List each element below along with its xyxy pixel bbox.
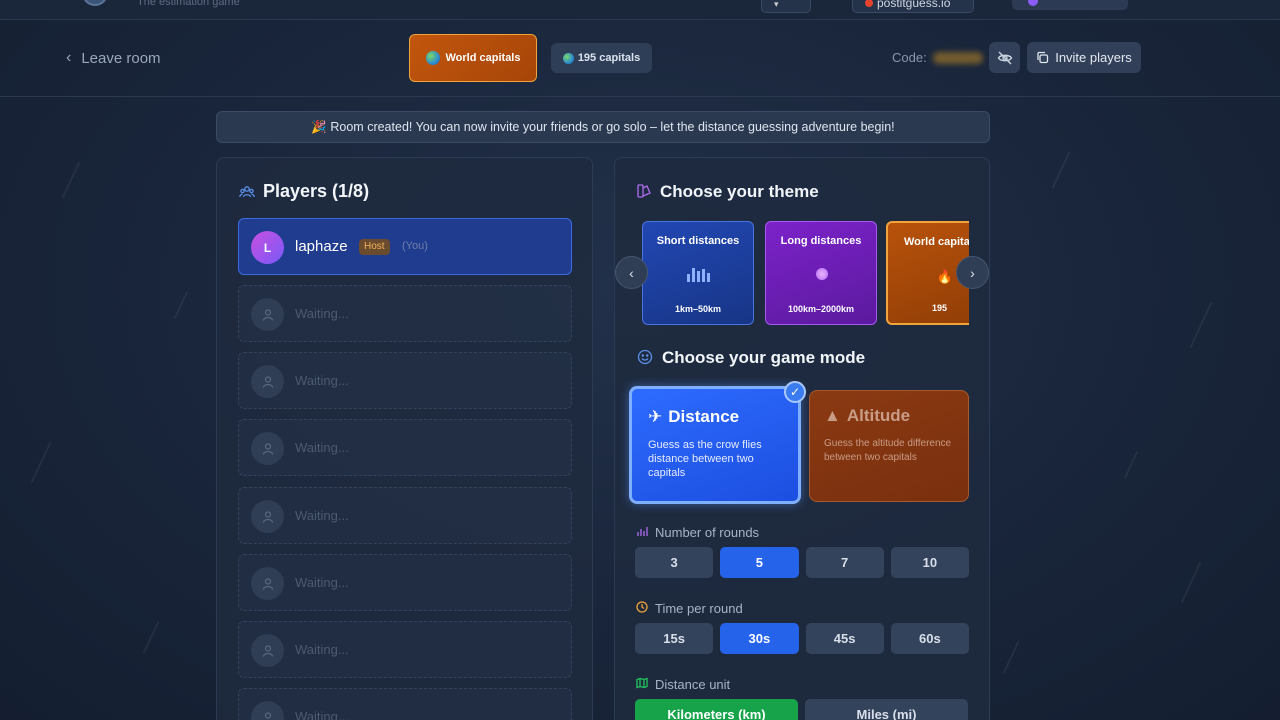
mountain-icon: ▲ <box>824 406 841 425</box>
waiting-slot: Waiting... <box>238 487 572 544</box>
waiting-slot: Waiting... <box>238 554 572 611</box>
waiting-slot: Waiting... <box>238 688 572 720</box>
players-panel: Players (1/8) L laphaze Host (You) Waiti… <box>216 157 593 720</box>
unit-option-mi[interactable]: Miles (mi) <box>805 699 968 720</box>
rounds-option-3[interactable]: 3 <box>635 547 714 578</box>
rounds-options: 3 5 7 10 <box>635 547 969 578</box>
player-name: laphaze <box>295 238 348 255</box>
chevron-right-icon: › <box>970 264 975 281</box>
mode-card-altitude[interactable]: ▲ Altitude Guess the altitude difference… <box>809 390 969 502</box>
palette-icon <box>637 183 651 201</box>
invite-players-button[interactable]: Invite players <box>1027 42 1141 73</box>
leave-room-button[interactable]: ‹ Leave room <box>66 49 161 67</box>
user-placeholder-icon <box>251 567 284 600</box>
carousel-next-button[interactable]: › <box>956 256 989 289</box>
waiting-slot: Waiting... <box>238 621 572 678</box>
chevron-left-icon: ‹ <box>629 264 634 281</box>
room-created-banner: 🎉 Room created! You can now invite your … <box>216 111 990 143</box>
logo-icon[interactable] <box>82 0 108 6</box>
user-placeholder-icon <box>251 634 284 667</box>
waiting-label: Waiting... <box>295 709 349 720</box>
waiting-slot: Waiting... <box>238 419 572 476</box>
user-placeholder-icon <box>251 500 284 533</box>
time-label: Time per round <box>636 601 743 616</box>
airplane-icon: ✈ <box>648 407 663 426</box>
time-options: 15s 30s 45s 60s <box>635 623 969 654</box>
room-code-label: Code: <box>892 50 927 65</box>
theme-card-short-distances[interactable]: Short distances 1km–50km <box>642 221 754 325</box>
toggle-code-visibility-button[interactable] <box>989 42 1020 73</box>
theme-carousel: Short distances 1km–50km Long distances … <box>641 220 969 328</box>
player-row-host: L laphaze Host (You) <box>238 218 572 275</box>
rounds-option-5[interactable]: 5 <box>720 547 799 578</box>
rounds-option-10[interactable]: 10 <box>890 547 969 578</box>
orb-icon <box>816 268 828 280</box>
user-placeholder-icon <box>251 432 284 465</box>
host-badge: Host <box>359 239 390 255</box>
waiting-label: Waiting... <box>295 306 349 321</box>
globe-icon <box>562 52 574 64</box>
tagline: The estimation game <box>137 0 240 8</box>
rounds-option-7[interactable]: 7 <box>805 547 884 578</box>
waiting-label: Waiting... <box>295 508 349 523</box>
users-icon <box>239 185 255 199</box>
time-option-45s[interactable]: 45s <box>805 623 884 654</box>
game-settings-panel: Choose your theme Short distances 1km–50… <box>614 157 990 720</box>
flag-icon: ▾ <box>774 0 779 9</box>
theme-chip: World capitals <box>409 34 537 82</box>
time-option-60s[interactable]: 60s <box>890 623 969 654</box>
smile-icon <box>637 349 653 368</box>
bar-chart-icon <box>687 268 710 282</box>
avatar: L <box>251 231 284 264</box>
waiting-slot: Waiting... <box>238 285 572 342</box>
waiting-label: Waiting... <box>295 575 349 590</box>
language-selector[interactable]: ▾ <box>761 0 811 13</box>
user-menu[interactable] <box>1012 0 1128 10</box>
site-logo-icon <box>865 0 873 7</box>
user-avatar-icon <box>1028 0 1038 6</box>
time-option-30s[interactable]: 30s <box>720 623 799 654</box>
carousel-prev-button[interactable]: ‹ <box>615 256 648 289</box>
top-bar: The estimation game ▾ postitguess.io <box>0 0 1280 20</box>
user-placeholder-icon <box>251 298 284 331</box>
capitals-count-chip: 195 capitals <box>551 43 652 73</box>
map-icon <box>636 677 648 692</box>
theme-section-title: Choose your theme <box>637 182 819 202</box>
unit-option-km[interactable]: Kilometers (km) <box>635 699 798 720</box>
chevron-left-icon: ‹ <box>66 49 72 66</box>
user-placeholder-icon <box>251 701 284 720</box>
clock-icon <box>636 601 648 616</box>
mode-card-distance[interactable]: ✈ Distance Guess as the crow flies dista… <box>629 381 806 504</box>
waiting-slot: Waiting... <box>238 352 572 409</box>
waiting-label: Waiting... <box>295 373 349 388</box>
copy-icon <box>1037 51 1049 64</box>
site-link[interactable]: postitguess.io <box>852 0 974 13</box>
bar-chart-icon <box>636 525 648 540</box>
globe-icon <box>425 51 440 65</box>
you-label: (You) <box>402 240 428 252</box>
room-code-hidden <box>933 52 983 64</box>
eye-off-icon <box>997 51 1012 64</box>
user-placeholder-icon <box>251 365 284 398</box>
room-header: ‹ Leave room World capitals 195 capitals… <box>0 20 1280 97</box>
players-title: Players (1/8) <box>239 181 369 202</box>
theme-card-long-distances[interactable]: Long distances 100km–2000km <box>765 221 877 325</box>
unit-options: Kilometers (km) Miles (mi) <box>635 699 969 720</box>
check-icon: ✓ <box>784 381 806 403</box>
waiting-label: Waiting... <box>295 642 349 657</box>
waiting-label: Waiting... <box>295 440 349 455</box>
game-mode-section-title: Choose your game mode <box>637 348 865 368</box>
time-option-15s[interactable]: 15s <box>635 623 714 654</box>
fire-icon: 🔥 <box>936 269 954 284</box>
unit-label: Distance unit <box>636 677 730 692</box>
rounds-label: Number of rounds <box>636 525 759 540</box>
